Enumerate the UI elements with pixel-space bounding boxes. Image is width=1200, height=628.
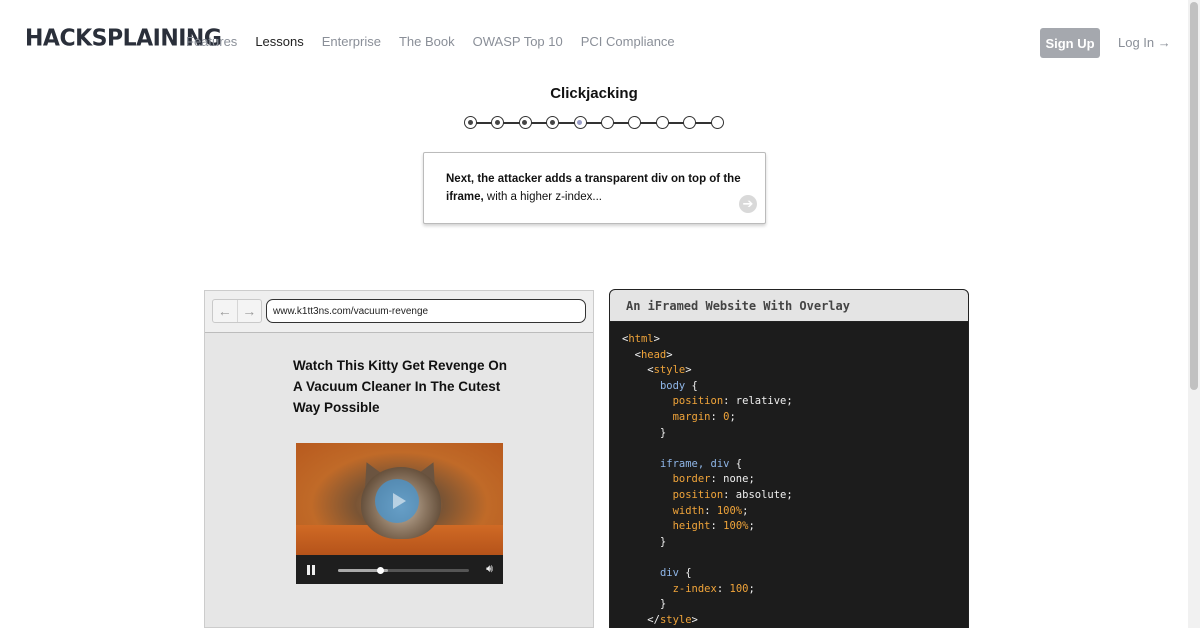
progress-step-2[interactable] (491, 116, 505, 129)
log-in-link[interactable]: Log In → (1118, 35, 1171, 50)
browser-chrome: ← → www.k1tt3ns.com/vacuum-revenge (205, 291, 593, 333)
pause-icon[interactable] (307, 565, 316, 575)
lesson-title: Clickjacking (550, 85, 638, 102)
progress-step-1[interactable] (464, 116, 477, 129)
nav-pci-compliance[interactable]: PCI Compliance (581, 34, 675, 49)
scrollbar-thumb[interactable] (1190, 2, 1198, 390)
progress-line (470, 122, 718, 124)
progress-step-8[interactable] (655, 116, 669, 129)
back-arrow-icon[interactable]: ← (213, 300, 238, 322)
play-icon[interactable] (375, 479, 419, 523)
progress-step-9[interactable] (683, 116, 697, 129)
seek-handle[interactable] (377, 567, 385, 574)
nav-enterprise[interactable]: Enterprise (322, 34, 381, 49)
browser-nav-buttons: ← → (212, 299, 262, 323)
nav-the-book[interactable]: The Book (399, 34, 455, 49)
video-frame (296, 443, 503, 555)
nav-lessons[interactable]: Lessons (255, 34, 303, 49)
next-step-icon[interactable]: ➔ (739, 195, 757, 213)
page-scrollbar[interactable] (1188, 0, 1200, 628)
volume-icon[interactable]: 🔊︎ (486, 563, 493, 576)
code-caption: An iFramed Website With Overlay (610, 290, 968, 322)
progress-step-3[interactable] (518, 116, 532, 129)
address-bar[interactable]: www.k1tt3ns.com/vacuum-revenge (266, 299, 586, 323)
video-controls: 🔊︎ (296, 555, 503, 584)
main-nav: Features Lessons Enterprise The Book OWA… (186, 34, 675, 49)
sign-up-button[interactable]: Sign Up (1040, 28, 1100, 58)
browser-mock: ← → www.k1tt3ns.com/vacuum-revenge Watch… (204, 290, 594, 628)
progress-step-7[interactable] (628, 116, 642, 129)
nav-features[interactable]: Features (186, 34, 237, 49)
article-heading: Watch This Kitty Get Revenge On A Vacuum… (293, 358, 508, 415)
video-seek-bar[interactable] (338, 567, 469, 574)
instruction-box: Next, the attacker adds a transparent di… (423, 152, 766, 224)
instruction-text: with a higher z-index... (483, 191, 602, 203)
progress-step-5[interactable] (573, 116, 587, 129)
code-panel: An iFramed Website With Overlay <html> <… (609, 289, 969, 628)
progress-step-10[interactable] (710, 116, 724, 129)
forward-arrow-icon[interactable]: → (238, 300, 262, 322)
code-listing: <html> <head> <style> body { position: r… (622, 333, 793, 626)
progress-step-6[interactable] (601, 116, 614, 129)
nav-owasp-top-10[interactable]: OWASP Top 10 (473, 34, 563, 49)
lesson-progress (464, 116, 724, 130)
progress-step-4[interactable] (546, 116, 560, 129)
video-player[interactable]: 🔊︎ (296, 443, 503, 584)
